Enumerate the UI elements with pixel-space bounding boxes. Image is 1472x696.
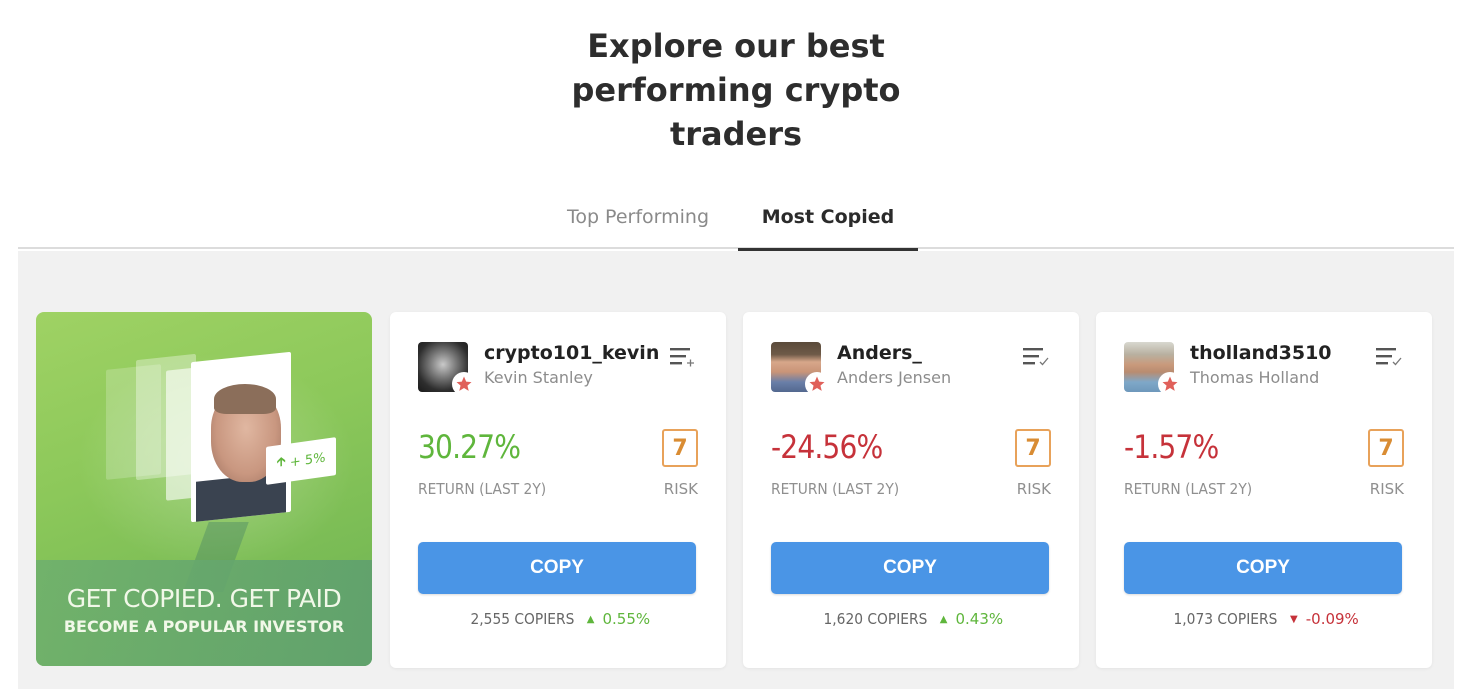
return-value: 30.27% <box>418 428 521 466</box>
watchlist-add-icon[interactable] <box>668 345 698 369</box>
popular-investor-banner[interactable]: 🡱 + 5% GET COPIED. GET PAID BECOME A POP… <box>36 312 372 666</box>
risk-score: 7 <box>662 429 698 467</box>
arrow-up-icon: 🡱 <box>276 454 286 471</box>
banner-headline: GET COPIED. GET PAID <box>66 584 342 613</box>
popular-investor-star-icon <box>452 372 476 396</box>
risk-score: 7 <box>1368 429 1404 467</box>
banner-gain-text: + 5% <box>289 450 326 471</box>
copiers-count: 2,555 COPIERS <box>470 610 575 628</box>
copiers-info: 2,555 COPIERS ▲ 0.55% <box>390 610 726 628</box>
trader-username[interactable]: Anders_ <box>837 342 922 364</box>
copy-button[interactable]: COPY <box>771 542 1049 594</box>
return-value: -24.56% <box>771 428 883 466</box>
avatar[interactable] <box>771 342 829 396</box>
trader-username[interactable]: tholland3510 <box>1190 342 1332 364</box>
copiers-info: 1,620 COPIERS ▲ 0.43% <box>743 610 1079 628</box>
return-value: -1.57% <box>1124 428 1219 466</box>
copiers-change: 0.55% <box>602 610 651 628</box>
triangle-up-icon: ▲ <box>586 613 595 625</box>
trader-full-name: Anders Jensen <box>837 368 952 387</box>
copiers-count: 1,620 COPIERS <box>823 610 928 628</box>
trader-full-name: Kevin Stanley <box>484 368 593 387</box>
return-label: RETURN (LAST 2Y) <box>771 480 900 498</box>
copy-button[interactable]: COPY <box>1124 542 1402 594</box>
tab-most-copied[interactable]: Most Copied <box>738 206 918 251</box>
avatar[interactable] <box>1124 342 1182 396</box>
risk-label: RISK <box>1369 480 1404 498</box>
traders-panel: 🡱 + 5% GET COPIED. GET PAID BECOME A POP… <box>18 251 1454 689</box>
page-title: Explore our best performing crypto trade… <box>0 24 1472 156</box>
popular-investor-star-icon <box>1158 372 1182 396</box>
copy-button[interactable]: COPY <box>418 542 696 594</box>
title-line-2: performing crypto <box>571 71 901 109</box>
title-line-3: traders <box>669 115 803 153</box>
trader-full-name: Thomas Holland <box>1190 368 1320 387</box>
watchlist-check-icon[interactable] <box>1021 345 1051 369</box>
banner-footer: GET COPIED. GET PAID BECOME A POPULAR IN… <box>36 560 372 666</box>
copiers-change: -0.09% <box>1305 610 1359 628</box>
triangle-up-icon: ▲ <box>939 613 948 625</box>
return-label: RETURN (LAST 2Y) <box>1124 480 1253 498</box>
banner-subline: BECOME A POPULAR INVESTOR <box>63 617 345 636</box>
risk-label: RISK <box>1016 480 1051 498</box>
title-line-1: Explore our best <box>587 27 885 65</box>
copiers-info: 1,073 COPIERS ▼ -0.09% <box>1096 610 1432 628</box>
trader-card: tholland3510 Thomas Holland -1.57% RETUR… <box>1096 312 1432 668</box>
banner-person-hair <box>214 384 276 414</box>
popular-investor-star-icon <box>805 372 829 396</box>
tab-bar: Top Performing Most Copied <box>18 196 1454 251</box>
triangle-down-icon: ▼ <box>1290 613 1298 625</box>
tab-top-performing[interactable]: Top Performing <box>558 206 718 249</box>
trader-card: Anders_ Anders Jensen -24.56% RETURN (LA… <box>743 312 1079 668</box>
watchlist-check-icon[interactable] <box>1374 345 1404 369</box>
copiers-count: 1,073 COPIERS <box>1173 610 1278 628</box>
avatar[interactable] <box>418 342 476 396</box>
return-label: RETURN (LAST 2Y) <box>418 480 547 498</box>
trader-username[interactable]: crypto101_kevin <box>484 342 659 364</box>
risk-label: RISK <box>663 480 698 498</box>
trader-card: crypto101_kevin Kevin Stanley 30.27% RET… <box>390 312 726 668</box>
risk-score: 7 <box>1015 429 1051 467</box>
copiers-change: 0.43% <box>955 610 1004 628</box>
